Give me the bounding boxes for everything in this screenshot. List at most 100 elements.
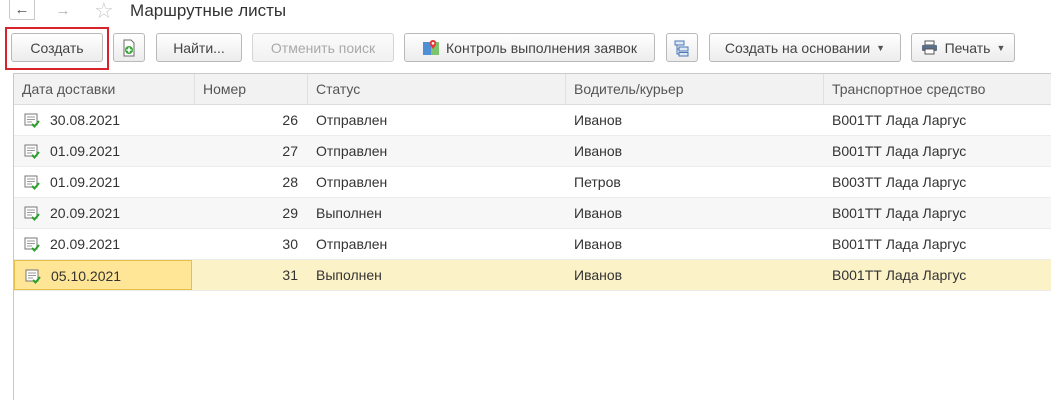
back-button[interactable]: ← [9,0,35,20]
control-requests-label: Контроль выполнения заявок [446,39,637,56]
route-status: Отправлен [316,236,388,252]
table-row[interactable]: 20.09.2021 29 Выполнен Иванов В001ТТ Лад… [14,198,1051,229]
number-cell: 27 [195,136,308,166]
copy-document-icon [123,39,135,56]
date-cell: 20.09.2021 [14,198,192,228]
arrow-right-icon: → [55,1,71,19]
vehicle-cell: В003ТТ Лада Ларгус [824,167,1051,197]
vehicle-name: В001ТТ Лада Ларгус [832,267,967,283]
posted-document-icon [24,206,40,221]
date-cell: 05.10.2021 [14,260,192,290]
vehicle-cell: В001ТТ Лада Ларгус [824,260,1051,290]
column-header-number[interactable]: Номер [195,74,308,104]
driver-name: Иванов [574,112,623,128]
structure-button[interactable] [666,33,698,62]
arrow-left-icon: ← [14,1,30,18]
route-status: Выполнен [316,267,382,283]
chevron-down-icon: ▼ [876,42,886,53]
delivery-date: 20.09.2021 [50,205,121,221]
driver-cell: Иванов [566,105,824,135]
date-cell: 20.09.2021 [14,229,192,259]
print-button[interactable]: Печать ▼ [911,33,1015,62]
vehicle-cell: В001ТТ Лада Ларгус [824,136,1051,166]
star-icon[interactable]: ☆ [94,0,114,22]
table-row[interactable]: 30.08.2021 26 Отправлен Иванов В001ТТ Ла… [14,105,1051,136]
cancel-search-label: Отменить поиск [270,39,376,56]
column-header-driver[interactable]: Водитель/курьер [566,74,824,104]
posted-document-icon [24,113,40,128]
print-button-label: Печать [944,39,991,56]
status-cell: Отправлен [308,105,566,135]
driver-cell: Иванов [566,260,824,290]
copy-button[interactable] [113,33,145,62]
route-number: 30 [282,236,298,252]
cancel-search-button[interactable]: Отменить поиск [252,33,394,62]
column-header-vehicle[interactable]: Транспортное средство [824,74,1051,104]
table-row[interactable]: 05.10.2021 31 Выполнен Иванов В001ТТ Лад… [14,260,1051,291]
status-cell: Выполнен [308,260,566,290]
driver-name: Иванов [574,205,623,221]
page-title: Маршрутные листы [130,1,287,20]
routes-table[interactable]: Дата доставки Номер Статус Водитель/курь… [13,73,1051,400]
driver-cell: Петров [566,167,824,197]
number-cell: 28 [195,167,308,197]
create-based-on-label: Создать на основании [724,39,871,56]
route-number: 28 [282,174,298,190]
posted-document-icon [25,269,41,284]
title-bar: ← → ☆ Маршрутные листы [0,0,1051,26]
route-status: Выполнен [316,205,382,221]
delivery-date: 05.10.2021 [51,268,122,284]
route-number: 31 [282,267,298,283]
table-header: Дата доставки Номер Статус Водитель/курь… [14,74,1051,105]
vehicle-cell: В001ТТ Лада Ларгус [824,105,1051,135]
driver-name: Петров [574,174,621,190]
status-cell: Отправлен [308,167,566,197]
route-number: 29 [282,205,298,221]
column-header-date[interactable]: Дата доставки [14,74,195,104]
posted-document-icon [24,237,40,252]
route-status: Отправлен [316,174,388,190]
table-row[interactable]: 01.09.2021 28 Отправлен Петров В003ТТ Ла… [14,167,1051,198]
create-based-on-button[interactable]: Создать на основании ▼ [709,33,901,62]
route-number: 27 [282,143,298,159]
driver-cell: Иванов [566,229,824,259]
control-requests-button[interactable]: Контроль выполнения заявок [404,33,655,62]
route-status: Отправлен [316,143,388,159]
route-number: 26 [282,112,298,128]
posted-document-icon [24,175,40,190]
vehicle-name: В001ТТ Лада Ларгус [832,143,967,159]
number-cell: 30 [195,229,308,259]
vehicle-name: В001ТТ Лада Ларгус [832,205,967,221]
driver-name: Иванов [574,143,623,159]
date-cell: 01.09.2021 [14,136,192,166]
vehicle-name: В001ТТ Лада Ларгус [832,112,967,128]
delivery-date: 01.09.2021 [50,143,121,159]
vehicle-name: В001ТТ Лада Ларгус [832,236,967,252]
table-row[interactable]: 20.09.2021 30 Отправлен Иванов В001ТТ Ла… [14,229,1051,260]
column-header-status[interactable]: Статус [308,74,566,104]
number-cell: 31 [195,260,308,290]
structure-icon [674,40,689,56]
status-cell: Выполнен [308,198,566,228]
date-cell: 01.09.2021 [14,167,192,197]
route-status: Отправлен [316,112,388,128]
delivery-date: 30.08.2021 [50,112,121,128]
driver-cell: Иванов [566,198,824,228]
driver-name: Иванов [574,267,623,283]
printer-icon [921,40,937,55]
delivery-date: 20.09.2021 [50,236,121,252]
number-cell: 26 [195,105,308,135]
driver-cell: Иванов [566,136,824,166]
number-cell: 29 [195,198,308,228]
status-cell: Отправлен [308,229,566,259]
vehicle-cell: В001ТТ Лада Ларгус [824,198,1051,228]
status-cell: Отправлен [308,136,566,166]
forward-button[interactable]: → [50,0,76,20]
find-button[interactable]: Найти... [156,33,242,62]
table-row[interactable]: 01.09.2021 27 Отправлен Иванов В001ТТ Ла… [14,136,1051,167]
driver-name: Иванов [574,236,623,252]
posted-document-icon [24,144,40,159]
map-pin-icon [423,39,440,55]
vehicle-name: В003ТТ Лада Ларгус [832,174,967,190]
vehicle-cell: В001ТТ Лада Ларгус [824,229,1051,259]
